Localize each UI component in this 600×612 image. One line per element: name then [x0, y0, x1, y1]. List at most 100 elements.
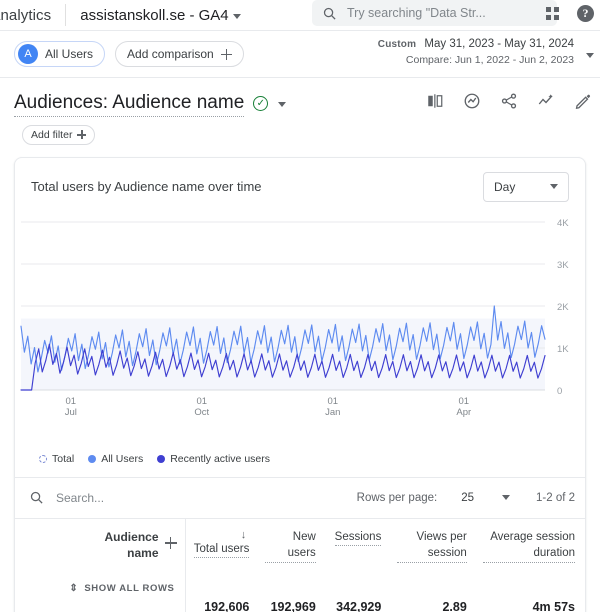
add-comparison-button[interactable]: Add comparison: [115, 41, 244, 67]
column-label-avg-session-duration: Average session duration: [482, 529, 575, 563]
legend-swatch-all-users: [88, 454, 97, 463]
legend-item-total[interactable]: Total: [39, 453, 74, 465]
date-range-selector[interactable]: Custom May 31, 2023 - May 31, 2024 Compa…: [378, 37, 574, 67]
cell-sessions: 342,929 vs. 314,961 ↑ 8.88%: [326, 594, 392, 612]
verified-check-icon: ✓: [253, 96, 269, 111]
metric-value: 192,969: [270, 600, 316, 612]
metric-value: 192,606: [204, 600, 250, 612]
column-header-avg-session-duration[interactable]: Average session duration: [477, 519, 585, 594]
add-comparison-label: Add comparison: [127, 47, 214, 61]
rows-per-page-label: Rows per page:: [356, 491, 438, 504]
x-axis-tick-label: 01: [196, 396, 207, 407]
cell-total-users: 192,606 vs. 179,872 ↑ 7.08%: [185, 594, 259, 612]
cell-new-users: 192,969 vs. 179,155 ↑ 7.71%: [259, 594, 325, 612]
show-all-rows-label: SHOW ALL ROWS: [84, 583, 175, 595]
x-axis-tick-label: Jul: [65, 407, 77, 418]
apps-grid-icon[interactable]: [546, 6, 559, 20]
filter-bar: Add filter: [0, 117, 600, 145]
report-card: Total users by Audience name over time D…: [14, 156, 586, 612]
row-dimension-value: Total: [15, 594, 186, 612]
show-all-rows-button[interactable]: ⇕ SHOW ALL ROWS: [29, 583, 177, 594]
y-axis-tick-label: 0: [557, 386, 562, 397]
top-app-bar: analytics assistanskoll.se - GA4 Try sea…: [0, 0, 600, 30]
column-header-views-per-session[interactable]: Views per session: [391, 519, 476, 594]
chevron-down-icon: [550, 184, 558, 190]
column-label-new-users: New users: [265, 529, 316, 563]
rows-per-page-chevron-down-icon[interactable]: [502, 495, 510, 501]
chart-canvas: 01K2K3K4K01Jul01Oct01Jan01Apr: [20, 218, 569, 418]
sort-descending-icon: ↓: [240, 528, 247, 541]
time-series-chart: 0 1K 2K 3K 4K 01 Jul 01 Oct 01 Jan 01 Apr: [15, 206, 585, 451]
cell-avg-session-duration: 4m 57s vs. 178.95 ↑ 66.35%: [477, 594, 585, 612]
data-table: Audience name ⇕ SHOW ALL ROWS ↓ Total us…: [15, 518, 585, 612]
rows-per-page-value[interactable]: 25: [461, 492, 474, 504]
column-label-total-users: Total users: [193, 541, 250, 559]
add-dimension-plus-icon[interactable]: [164, 536, 177, 549]
table-search-input[interactable]: Search...: [56, 491, 104, 505]
compare-shaded-band: [21, 318, 545, 390]
search-icon[interactable]: [29, 490, 44, 505]
y-axis-tick-label: 3K: [557, 260, 569, 271]
global-search-placeholder: Try searching "Data Str...: [347, 6, 486, 20]
insights-icon[interactable]: [463, 92, 481, 110]
x-axis-tick-label: 01: [458, 396, 469, 407]
x-axis-tick-label: Oct: [194, 407, 209, 418]
y-axis-tick-label: 4K: [557, 218, 569, 229]
report-header: Audiences: Audience name ✓: [0, 78, 600, 117]
metric-value: 4m 57s: [532, 600, 575, 612]
trend-icon[interactable]: [537, 92, 555, 110]
column-header-sessions[interactable]: Sessions: [326, 519, 392, 594]
topbar-divider: [65, 4, 67, 26]
topbar-icon-group: ?: [546, 0, 594, 26]
compare-view-icon[interactable]: [426, 92, 444, 110]
column-label-sessions: Sessions: [334, 529, 382, 547]
card-header: Total users by Audience name over time D…: [15, 158, 585, 206]
comparison-chip-label: All Users: [45, 47, 94, 61]
x-axis-tick-label: 01: [327, 396, 338, 407]
legend-item-all-users[interactable]: All Users: [88, 453, 143, 465]
table-row[interactable]: Total 192,606 vs. 179,872 ↑ 7.08% 192,96…: [15, 594, 585, 612]
column-header-new-users[interactable]: New users: [259, 519, 325, 594]
granularity-select[interactable]: Day: [483, 171, 569, 202]
analytics-brand-label: analytics: [0, 6, 52, 24]
column-label-views-per-session: Views per session: [397, 529, 467, 563]
pagination-controls: Rows per page: 25 1-2 of 2: [357, 492, 575, 504]
property-name-label: assistanskoll.se - GA4: [80, 6, 229, 24]
plus-icon: [220, 48, 232, 60]
y-axis-tick-label: 2K: [557, 302, 569, 313]
comparison-chip-all-users[interactable]: A All Users: [14, 41, 106, 67]
x-axis-tick-label: Apr: [456, 407, 471, 418]
date-range-compare: Compare: Jun 1, 2022 - Jun 2, 2023: [405, 53, 574, 66]
chevron-down-icon: [232, 13, 241, 19]
column-header-audience-name[interactable]: Audience name ⇕ SHOW ALL ROWS: [15, 518, 186, 595]
cell-views-per-session: 2.89 vs. 1.95 ↑ 48.59%: [391, 594, 476, 612]
comparison-bar: A All Users Add comparison Custom May 31…: [0, 31, 600, 77]
table-toolbar: Search... Rows per page: 25 1-2 of 2: [15, 478, 585, 518]
pagination-count: 1-2 of 2: [536, 491, 575, 504]
report-action-icons: [426, 92, 592, 110]
share-icon[interactable]: [500, 92, 518, 110]
legend-item-recently-active[interactable]: Recently active users: [157, 453, 270, 465]
plus-icon: [77, 130, 87, 140]
global-search-input[interactable]: Try searching "Data Str...: [312, 0, 557, 26]
date-range-custom-label: Custom: [377, 39, 417, 50]
dimension-header-label: Audience name: [104, 529, 159, 561]
date-range-main: Custom May 31, 2023 - May 31, 2024: [378, 37, 574, 53]
metric-value: 2.89: [442, 600, 467, 612]
title-chevron-down-icon[interactable]: [278, 102, 287, 107]
date-range-chevron-down-icon[interactable]: [586, 53, 594, 58]
edit-icon[interactable]: [574, 92, 592, 110]
add-filter-button[interactable]: Add filter: [22, 124, 96, 145]
granularity-value: Day: [494, 179, 516, 194]
property-selector[interactable]: assistanskoll.se - GA4: [80, 6, 241, 24]
column-header-total-users[interactable]: ↓ Total users: [185, 519, 259, 594]
metric-value: 342,929: [336, 600, 382, 612]
search-icon: [323, 7, 336, 20]
y-axis-tick-label: 1K: [557, 344, 569, 355]
x-axis-tick-label: Jan: [325, 407, 340, 418]
page-title: Audiences: Audience name: [14, 92, 245, 117]
chart-title: Total users by Audience name over time: [31, 179, 262, 195]
legend-swatch-total: [39, 454, 47, 463]
help-icon[interactable]: ?: [577, 4, 594, 22]
legend-label-all-users: All Users: [101, 452, 144, 465]
